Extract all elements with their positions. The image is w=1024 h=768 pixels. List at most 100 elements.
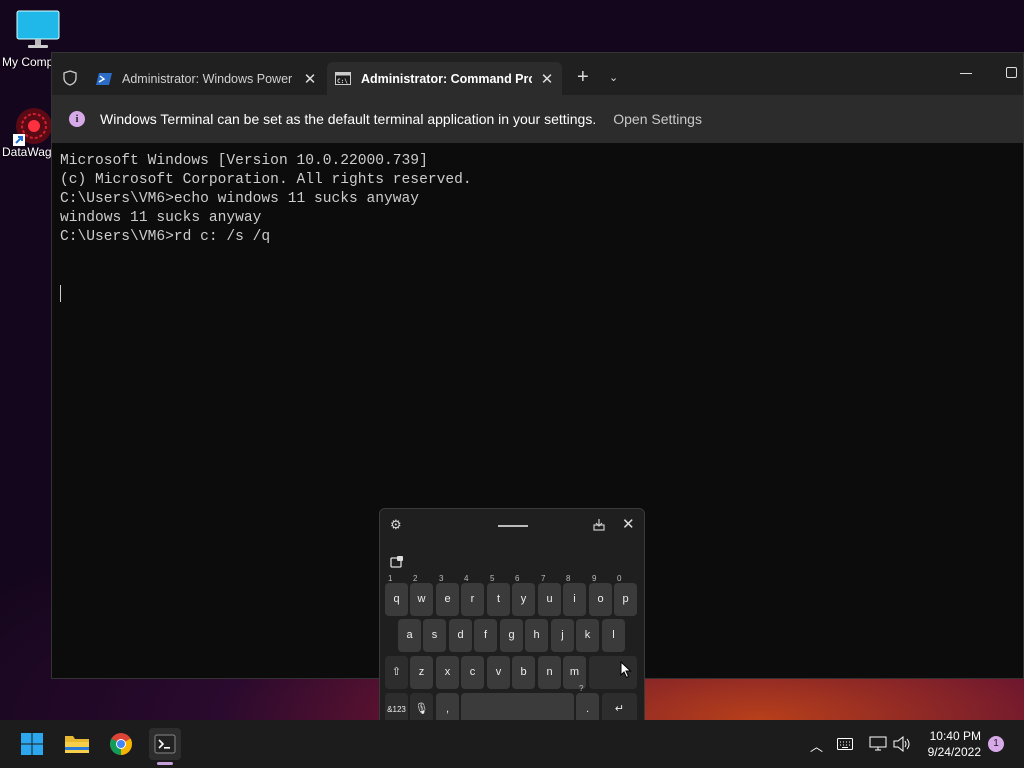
datawag-icon [13,108,52,146]
key-label: t [496,593,501,605]
key[interactable]: 5t [487,574,510,616]
infobar-message: Windows Terminal can be set as the defau… [100,111,597,127]
key-hint: 4 [464,574,469,583]
shield-icon [63,70,77,86]
monitor-icon [16,10,60,48]
key[interactable]: k [576,619,599,652]
maximize-button[interactable] [1006,67,1017,78]
chrome-button[interactable] [105,728,137,760]
chevron-down-icon[interactable]: ⌄ [609,71,618,84]
desktop-icon-datawag[interactable]: DataWag [0,104,56,159]
taskbar: ︿ 10:40 PM 9/24/2022 [0,720,1024,768]
desktop-icon-label: My Comp [2,55,54,69]
file-explorer-button[interactable] [61,728,93,760]
key-hint: 3 [439,574,444,583]
notification-badge[interactable]: 1 [988,736,1004,752]
svg-text:C:\: C:\ [337,78,348,85]
clipboard-icon[interactable] [390,555,404,568]
tab-label: Administrator: Windows Power [122,71,293,86]
terminal-line: Microsoft Windows [Version 10.0.22000.73… [60,153,428,169]
start-button[interactable] [16,728,48,760]
key[interactable]: d [449,619,472,652]
key-label: i [573,593,576,605]
terminal-icon [154,734,176,754]
key[interactable]: c [461,656,484,689]
terminal-line: (c) Microsoft Corporation. All rights re… [60,172,472,188]
key[interactable]: 9o [589,574,612,616]
shift-key[interactable]: ⇧ [385,656,408,689]
key[interactable]: n [538,656,561,689]
key-label: u [546,593,553,605]
terminal-taskbar-button[interactable] [149,728,181,760]
folder-icon [65,736,89,753]
cmd-icon: C:\ [335,72,351,86]
microphone-icon: 🎙 [414,703,429,715]
new-tab-button[interactable]: + [577,66,589,89]
clock[interactable]: 10:40 PM 9/24/2022 [921,728,981,760]
title-bar[interactable]: Administrator: Windows Power ✕ C:\ Admin… [52,53,1023,95]
clock-date: 9/24/2022 [927,745,981,759]
key-hint: 0 [617,574,622,583]
key[interactable]: h [525,619,548,652]
key-label: q [393,593,400,605]
key[interactable]: 8i [563,574,586,616]
key[interactable]: g [500,619,523,652]
tab-command-prompt[interactable]: C:\ Administrator: Command Pro ✕ [327,62,562,95]
key[interactable]: j [551,619,574,652]
network-icon[interactable] [869,736,887,752]
open-settings-link[interactable]: Open Settings [613,111,702,127]
powershell-icon [96,72,112,86]
key-hint: 2 [413,574,418,583]
key[interactable]: 3e [436,574,459,616]
key[interactable]: 6y [512,574,535,616]
key-label: . [585,703,590,715]
key[interactable]: 7u [538,574,561,616]
key[interactable]: 1q [385,574,408,616]
key-label: r [470,593,475,605]
keyboard-icon[interactable] [837,738,853,750]
key[interactable]: 4r [461,574,484,616]
key-label: w [417,593,426,605]
terminal-output[interactable]: Microsoft Windows [Version 10.0.22000.73… [60,152,472,247]
close-icon[interactable]: ✕ [622,515,635,533]
key[interactable]: b [512,656,535,689]
key-label: y [520,593,527,605]
terminal-line: C:\Users\VM6>rd c: /s /q [60,229,271,245]
text-cursor [60,285,61,302]
key-hint: ? [579,684,584,693]
windows-logo-icon [21,733,43,755]
key[interactable]: s [423,619,446,652]
mouse-pointer-icon [620,661,632,679]
touch-keyboard: ⚙ ✕ 1q 2w 3e 4r 5t 6y 7u 8i 9o 0p a s d … [379,508,645,733]
key-hint: 9 [592,574,597,583]
gear-icon[interactable]: ⚙ [390,517,402,533]
key[interactable]: x [436,656,459,689]
key[interactable]: f [474,619,497,652]
speaker-icon[interactable] [893,736,911,752]
key-label: e [444,593,451,605]
chrome-icon [110,733,132,755]
key-hint: 6 [515,574,520,583]
key[interactable]: 0p [614,574,637,616]
desktop-icon-my-computer[interactable]: My Comp [0,10,60,69]
key[interactable]: a [398,619,421,652]
key[interactable]: z [410,656,433,689]
close-icon[interactable]: ✕ [532,70,562,88]
minimize-button[interactable] [960,73,972,74]
default-terminal-infobar: i Windows Terminal can be set as the def… [52,95,1023,143]
key[interactable]: v [487,656,510,689]
close-icon[interactable]: ✕ [295,70,325,88]
desktop-icon-label: DataWag [2,145,52,159]
key-label: p [622,593,629,605]
key-hint: 5 [490,574,495,583]
chevron-up-icon[interactable]: ︿ [810,736,823,755]
tab-powershell[interactable]: Administrator: Windows Power ✕ [88,62,325,95]
enter-icon: ↵ [614,703,625,715]
key[interactable]: l [602,619,625,652]
key[interactable]: 2w [410,574,433,616]
drag-handle[interactable] [498,525,528,527]
info-icon: i [69,111,85,127]
terminal-line: windows 11 sucks anyway [60,210,262,226]
dock-icon[interactable] [593,519,605,531]
key-hint: 8 [566,574,571,583]
